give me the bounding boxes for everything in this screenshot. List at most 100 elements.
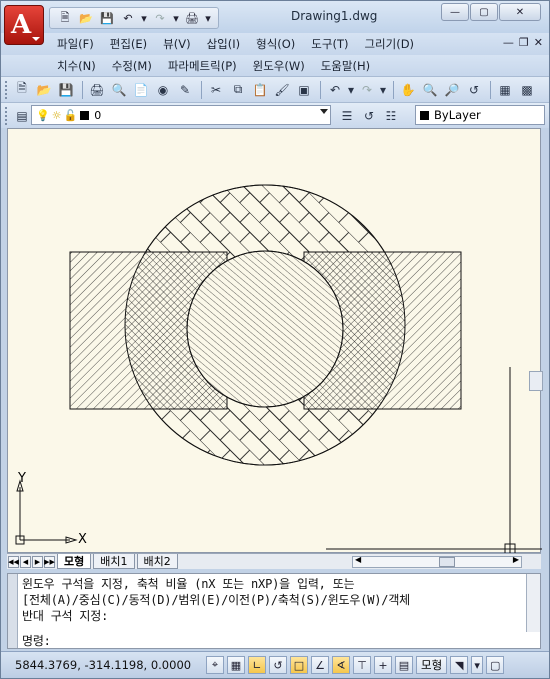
menu-parametric[interactable]: 파라메트릭(P) bbox=[160, 58, 245, 74]
qat-customize-icon[interactable]: ▾ bbox=[204, 10, 212, 26]
color-control-dropdown[interactable]: ByLayer bbox=[415, 105, 545, 125]
command-window[interactable]: 윈도우 구석을 지정, 축척 비율 (nX 또는 nXP)을 입력, 또는 [전… bbox=[7, 573, 541, 649]
clean-screen-icon[interactable]: ▢ bbox=[486, 656, 505, 674]
undo-icon[interactable]: ↶ bbox=[325, 80, 345, 100]
menu-view[interactable]: 뷰(V) bbox=[155, 36, 198, 52]
horizontal-scroll-thumb[interactable] bbox=[439, 557, 455, 567]
coordinate-readout[interactable]: 5844.3769, -314.1198, 0.0000 bbox=[1, 658, 206, 672]
command-scrollbar[interactable] bbox=[526, 574, 540, 632]
layer-properties-icon[interactable]: ▤ bbox=[12, 106, 32, 126]
last-tab-icon[interactable]: ▶▶ bbox=[44, 555, 55, 568]
layer-dropdown[interactable]: 💡 ☼ 🔓 0 bbox=[31, 105, 331, 125]
command-window-grip[interactable] bbox=[8, 574, 18, 648]
prev-tab-icon[interactable]: ◀ bbox=[20, 555, 31, 568]
menu-tools[interactable]: 도구(T) bbox=[303, 36, 356, 52]
doc-close-icon[interactable]: ✕ bbox=[534, 36, 543, 49]
save-icon[interactable]: 💾 bbox=[56, 80, 76, 100]
zoom-previous-icon[interactable]: ↺ bbox=[464, 80, 484, 100]
ortho-icon[interactable]: ∟ bbox=[248, 656, 266, 674]
horizontal-scrollbar[interactable]: ◀ ▶ bbox=[352, 555, 522, 568]
save-icon[interactable]: 💾 bbox=[98, 10, 116, 26]
menu-file[interactable]: 파일(F) bbox=[49, 36, 102, 52]
menu-edit[interactable]: 편집(E) bbox=[102, 36, 155, 52]
design-feed-icon[interactable]: ✎ bbox=[175, 80, 195, 100]
minimize-button[interactable]: — bbox=[441, 3, 469, 21]
layer-previous-icon[interactable]: ↺ bbox=[359, 106, 379, 126]
lightbulb-icon[interactable]: 💡 bbox=[36, 109, 50, 122]
next-tab-icon[interactable]: ▶ bbox=[32, 555, 43, 568]
tab-layout2[interactable]: 배치2 bbox=[136, 554, 178, 569]
inner-circle[interactable] bbox=[186, 250, 344, 408]
infer-constraints-icon[interactable]: ⌖ bbox=[206, 656, 224, 674]
quick-properties-icon[interactable]: ▤ bbox=[395, 656, 413, 674]
paste-icon[interactable]: 📋 bbox=[250, 80, 270, 100]
doc-restore-icon[interactable]: ❐ bbox=[519, 36, 529, 49]
grid-icon[interactable]: ▦ bbox=[227, 656, 245, 674]
zoom-realtime-icon[interactable]: 🔍 bbox=[420, 80, 440, 100]
menu-window[interactable]: 윈도우(W) bbox=[245, 58, 313, 74]
first-tab-icon[interactable]: ◀◀ bbox=[8, 555, 19, 568]
chevron-down-icon[interactable] bbox=[320, 109, 328, 114]
menu-help[interactable]: 도움말(H) bbox=[313, 58, 378, 74]
sun-icon[interactable]: ☼ bbox=[52, 109, 62, 122]
layer-state-icon[interactable]: ☷ bbox=[381, 106, 401, 126]
polar-icon[interactable]: ↺ bbox=[269, 656, 287, 674]
separator bbox=[201, 80, 202, 99]
tab-model[interactable]: 모형 bbox=[57, 554, 92, 569]
new-icon[interactable]: 🗎 bbox=[56, 10, 74, 26]
undo-icon[interactable]: ↶ bbox=[119, 10, 137, 26]
application-menu-button[interactable]: A bbox=[4, 5, 44, 45]
lineweight-icon[interactable]: + bbox=[374, 656, 392, 674]
3d-dwf-icon[interactable]: ◉ bbox=[153, 80, 173, 100]
pan-icon[interactable]: ✋ bbox=[398, 80, 418, 100]
plot-icon[interactable]: 🖨 bbox=[87, 80, 107, 100]
document-window-controls: — ❐ ✕ bbox=[503, 36, 543, 49]
make-object-layer-current-icon[interactable]: ☰ bbox=[337, 106, 357, 126]
scroll-left-icon[interactable]: ◀ bbox=[355, 555, 361, 564]
dynamic-ucs-icon[interactable]: ∢ bbox=[332, 656, 350, 674]
redo-dropdown-icon[interactable]: ▾ bbox=[379, 80, 387, 100]
menu-format[interactable]: 형식(O) bbox=[248, 36, 303, 52]
redo-icon[interactable]: ↷ bbox=[151, 10, 169, 26]
object-snap-tracking-icon[interactable]: ∠ bbox=[311, 656, 329, 674]
menu-draw[interactable]: 그리기(D) bbox=[356, 36, 422, 52]
zoom-window-icon[interactable]: 🔎 bbox=[442, 80, 462, 100]
menu-modify[interactable]: 수정(M) bbox=[104, 58, 160, 74]
block-editor-icon[interactable]: ▣ bbox=[294, 80, 314, 100]
open-icon[interactable]: 📂 bbox=[77, 10, 95, 26]
menu-insert[interactable]: 삽입(I) bbox=[199, 36, 249, 52]
design-center-icon[interactable]: ▩ bbox=[517, 80, 537, 100]
dynamic-input-icon[interactable]: ⊤ bbox=[353, 656, 371, 674]
command-prompt[interactable]: 명령: bbox=[22, 632, 51, 649]
match-properties-icon[interactable]: 🖌 bbox=[272, 80, 292, 100]
properties-icon[interactable]: ▦ bbox=[495, 80, 515, 100]
open-icon[interactable]: 📂 bbox=[34, 80, 54, 100]
object-snap-icon[interactable]: □ bbox=[290, 656, 308, 674]
autocad-logo-icon: A bbox=[11, 10, 32, 40]
undo-dropdown-icon[interactable]: ▾ bbox=[347, 80, 355, 100]
model-space-button[interactable]: 모형 bbox=[416, 656, 448, 674]
plot-preview-icon[interactable]: 🔍 bbox=[109, 80, 129, 100]
lock-icon[interactable]: 🔓 bbox=[64, 109, 78, 122]
quick-view-layouts-icon[interactable]: ◥ bbox=[450, 656, 469, 674]
redo-icon[interactable]: ↷ bbox=[357, 80, 377, 100]
undo-dropdown-icon[interactable]: ▾ bbox=[140, 10, 148, 26]
doc-minimize-icon[interactable]: — bbox=[503, 36, 514, 49]
close-button[interactable]: ✕ bbox=[499, 3, 541, 21]
tab-layout1[interactable]: 배치1 bbox=[93, 554, 135, 569]
vertical-scrollbar-thumb[interactable] bbox=[529, 371, 543, 391]
maximize-button[interactable]: ▢ bbox=[470, 3, 498, 21]
cut-icon[interactable]: ✂ bbox=[206, 80, 226, 100]
plot-icon[interactable]: 🖨 bbox=[183, 10, 201, 26]
toolbar-grip[interactable] bbox=[5, 80, 9, 99]
new-icon[interactable]: 🗎 bbox=[12, 80, 32, 100]
toolbar-grip[interactable] bbox=[5, 106, 9, 125]
publish-icon[interactable]: 📄 bbox=[131, 80, 151, 100]
redo-dropdown-icon[interactable]: ▾ bbox=[172, 10, 180, 26]
scroll-right-icon[interactable]: ▶ bbox=[513, 555, 519, 564]
window-controls: — ▢ ✕ bbox=[441, 3, 541, 21]
copy-icon[interactable]: ⧉ bbox=[228, 80, 248, 100]
status-menu-icon[interactable]: ▾ bbox=[471, 656, 484, 674]
drawing-canvas[interactable]: Y X bbox=[7, 128, 543, 554]
menu-dimension[interactable]: 치수(N) bbox=[49, 58, 104, 74]
